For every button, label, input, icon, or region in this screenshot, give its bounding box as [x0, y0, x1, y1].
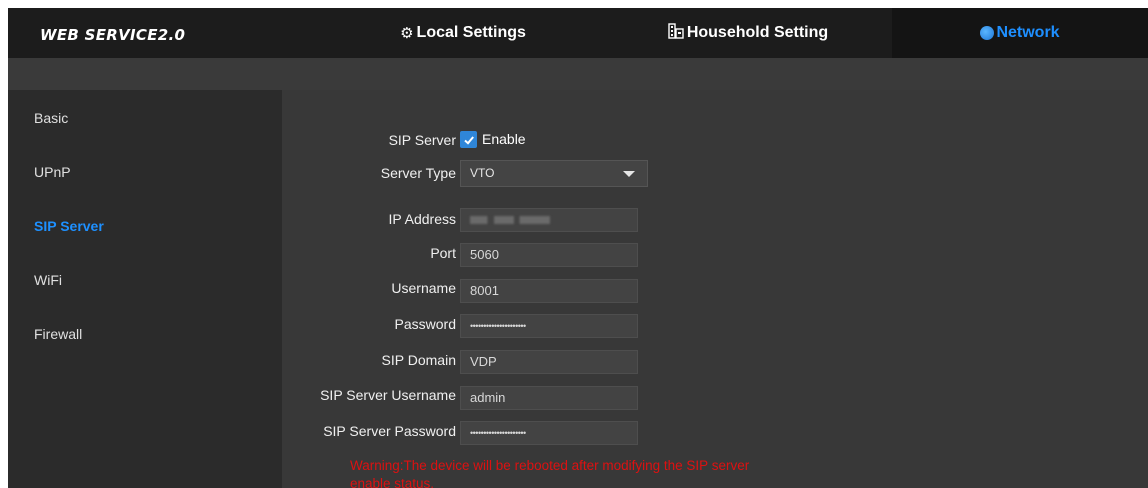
sidebar-item-wifi[interactable]: WiFi: [34, 272, 62, 288]
dropdown-arrow-icon: [623, 171, 635, 177]
sip-server-enable-checkbox[interactable]: [460, 131, 477, 148]
ip-address-field[interactable]: [460, 208, 638, 232]
sidebar: Basic UPnP SIP Server WiFi Firewall: [8, 90, 282, 488]
ip-address-label: IP Address: [388, 211, 456, 227]
globe-icon: [980, 26, 995, 40]
building-icon: [668, 23, 684, 43]
tab-label: Local Settings: [416, 24, 526, 41]
tab-label: Network: [996, 24, 1060, 41]
reboot-warning-text: Warning:The device will be rebooted afte…: [350, 458, 750, 488]
top-navigation-bar: WEB SERVICE2.0 ⚙ Local Settings Househol…: [8, 8, 1148, 58]
sip-server-settings-panel: SIP Server Enable Server Type VTO IP Add…: [282, 90, 1148, 488]
redacted-ip-value: [470, 216, 550, 224]
username-field[interactable]: 8001: [460, 279, 638, 303]
sip-domain-field[interactable]: VDP: [460, 350, 638, 374]
tab-household-setting[interactable]: Household Setting: [648, 8, 848, 58]
sub-header-bar: [8, 58, 1148, 90]
app-window: WEB SERVICE2.0 ⚙ Local Settings Househol…: [8, 8, 1148, 488]
server-type-label: Server Type: [380, 165, 456, 181]
server-type-value: VTO: [470, 166, 495, 180]
tab-network[interactable]: Network: [892, 8, 1148, 58]
password-field[interactable]: •••••••••••••••••••••: [460, 314, 638, 338]
sip-server-password-field[interactable]: •••••••••••••••••••••: [460, 421, 638, 445]
sip-server-label: SIP Server: [388, 132, 456, 148]
checkmark-icon: [463, 135, 474, 145]
server-type-select[interactable]: VTO: [460, 160, 648, 187]
sidebar-item-upnp[interactable]: UPnP: [34, 164, 71, 180]
username-label: Username: [391, 280, 456, 296]
tab-local-settings[interactable]: ⚙ Local Settings: [378, 8, 548, 58]
brand-logo: WEB SERVICE2.0: [40, 26, 186, 44]
tab-label: Household Setting: [686, 24, 829, 41]
sip-server-username-field[interactable]: admin: [460, 386, 638, 410]
sip-server-password-label: SIP Server Password: [323, 423, 456, 439]
sidebar-item-sip-server[interactable]: SIP Server: [34, 218, 104, 234]
port-label: Port: [430, 245, 456, 261]
sidebar-item-basic[interactable]: Basic: [34, 110, 68, 126]
sip-domain-label: SIP Domain: [381, 352, 456, 368]
sidebar-item-firewall[interactable]: Firewall: [34, 326, 82, 342]
gear-icon: ⚙: [400, 25, 414, 42]
sip-server-username-label: SIP Server Username: [320, 387, 456, 403]
enable-label: Enable: [482, 131, 526, 147]
port-field[interactable]: 5060: [460, 243, 638, 267]
password-label: Password: [394, 316, 456, 332]
